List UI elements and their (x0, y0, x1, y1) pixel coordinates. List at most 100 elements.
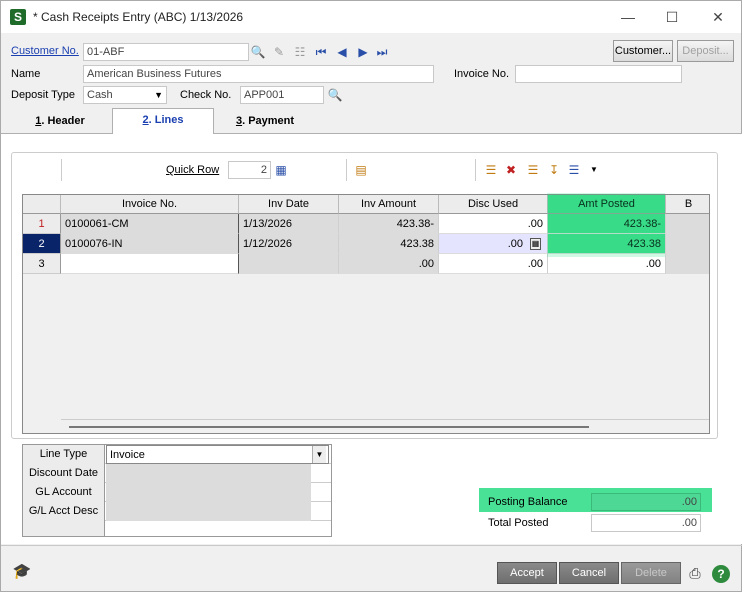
discount-date-label: Discount Date (23, 464, 105, 483)
table-cell[interactable] (61, 254, 239, 274)
table-cell[interactable]: .00 (439, 254, 548, 274)
gl-desc-value (106, 502, 311, 521)
deposit-button[interactable]: Deposit... (677, 40, 734, 62)
horizontal-scrollbar[interactable] (61, 419, 709, 433)
customer-button[interactable]: Customer... (613, 40, 673, 62)
posting-balance-label: Posting Balance (488, 496, 568, 508)
line-details-table: Line Type Invoice ▼ Discount Date GL Acc… (22, 444, 332, 537)
column-header[interactable]: Disc Used (439, 195, 548, 214)
delete-row-icon[interactable]: ✖ (503, 162, 519, 178)
gl-desc-row: G/L Acct Desc (23, 502, 331, 521)
window-title: * Cash Receipts Entry (ABC) 1/13/2026 (33, 10, 244, 24)
maximize-icon[interactable]: ☐ (662, 9, 682, 25)
gl-account-row: GL Account (23, 483, 331, 502)
help-icon[interactable]: ? (712, 565, 730, 583)
check-no-label: Check No. (180, 89, 232, 101)
table-cell[interactable]: 0100061-CM (61, 214, 239, 234)
quick-row-label: Quick Row (166, 164, 220, 176)
chevron-down-icon[interactable]: ▼ (586, 162, 602, 178)
line-type-row: Line Type Invoice ▼ (23, 445, 331, 464)
sort-rows-icon[interactable]: ☰ (566, 162, 582, 178)
cash-receipts-window: S * Cash Receipts Entry (ABC) 1/13/2026 … (0, 0, 742, 592)
table-cell[interactable]: 423.38- (339, 214, 439, 234)
table-cell[interactable]: 423.38 (339, 234, 439, 254)
search-icon[interactable]: 🔍 (250, 44, 266, 60)
cancel-button[interactable]: Cancel (559, 562, 619, 584)
name-field[interactable]: American Business Futures (83, 65, 434, 83)
tab-header[interactable]: 1. Header (25, 111, 95, 133)
posting-balance-value: .00 (591, 493, 701, 511)
customer-no-link[interactable]: Customer No. (11, 45, 79, 57)
document-icon[interactable]: ☷ (292, 44, 308, 60)
close-icon[interactable]: ✕ (708, 9, 728, 25)
delete-button[interactable]: Delete (621, 562, 681, 584)
name-label: Name (11, 68, 41, 80)
scrollbar-thumb[interactable] (69, 426, 589, 428)
previous-record-icon[interactable]: ◀ (334, 44, 350, 60)
check-no-field[interactable]: APP001 (240, 86, 324, 104)
table-cell[interactable]: 1/12/2026 (239, 234, 339, 254)
table-cell[interactable]: .00 (548, 254, 666, 274)
gl-desc-label: G/L Acct Desc (23, 502, 105, 521)
table-cell[interactable] (666, 234, 709, 254)
next-record-icon[interactable]: ▶ (355, 44, 371, 60)
gl-account-value (106, 483, 311, 502)
edit-icon[interactable]: ✎ (271, 44, 287, 60)
column-header[interactable]: B (666, 195, 709, 214)
grid-empty-area (61, 274, 709, 419)
chevron-down-icon: ▼ (312, 446, 326, 463)
insert-row-icon[interactable]: ☰ (483, 162, 499, 178)
tab-lines[interactable]: 2. Lines (112, 108, 214, 134)
last-record-icon[interactable]: ⏭ (374, 44, 390, 60)
printer-icon[interactable]: ⎙ (686, 565, 704, 583)
table-cell[interactable] (239, 254, 339, 274)
invoice-no-field[interactable] (515, 65, 682, 83)
line-type-value: Invoice (110, 449, 145, 461)
help-graduation-icon[interactable]: 🎓 (11, 564, 33, 582)
tab-payment[interactable]: 3. Payment (229, 111, 301, 133)
accept-button[interactable]: Accept (497, 562, 557, 584)
chevron-down-icon: ▼ (154, 90, 163, 100)
blank-row (23, 521, 331, 540)
app-logo-icon: S (10, 9, 26, 25)
footer-divider (1, 545, 742, 546)
deposit-type-value: Cash (87, 89, 113, 101)
table-cell[interactable]: .00 (439, 214, 548, 234)
row-number[interactable]: 3 (23, 254, 61, 274)
table-cell[interactable]: .00 (339, 254, 439, 274)
amt-posted-highlight (547, 193, 665, 257)
line-type-select[interactable]: Invoice ▼ (106, 445, 329, 464)
total-posted-value: .00 (591, 514, 701, 532)
column-header[interactable]: Invoice No. (61, 195, 239, 214)
row-number[interactable]: 1 (23, 214, 61, 234)
invoice-no-label: Invoice No. (454, 68, 510, 80)
toolbar-divider (346, 159, 347, 181)
table-cell[interactable] (666, 254, 709, 274)
row-number[interactable]: 2 (23, 234, 61, 254)
print-lines-icon[interactable]: ▤ (353, 162, 369, 178)
table-cell[interactable]: 1/13/2026 (239, 214, 339, 234)
grid-corner (23, 195, 61, 214)
copy-row-icon[interactable]: ☰ (525, 162, 541, 178)
column-header[interactable]: Inv Amount (339, 195, 439, 214)
table-cell[interactable] (666, 214, 709, 234)
first-record-icon[interactable]: ⏮ (313, 44, 329, 60)
gl-account-label: GL Account (23, 483, 105, 502)
quick-row-field[interactable]: 2 (228, 161, 271, 179)
title-bar: S * Cash Receipts Entry (ABC) 1/13/2026 … (1, 1, 741, 33)
minimize-icon[interactable]: — (618, 9, 638, 25)
discount-date-row: Discount Date (23, 464, 331, 483)
deposit-type-label: Deposit Type (11, 89, 76, 101)
toolbar-divider (61, 159, 62, 181)
blank-label (23, 521, 105, 536)
calculator-icon[interactable]: ▦ (530, 238, 541, 250)
toolbar-divider (475, 159, 476, 181)
table-cell[interactable]: 0100076-IN (61, 234, 239, 254)
deposit-type-select[interactable]: Cash ▼ (83, 86, 167, 104)
grid-edit-icon[interactable]: ▦ (273, 162, 289, 178)
search-icon[interactable]: 🔍 (327, 87, 343, 103)
line-type-label: Line Type (23, 445, 105, 464)
move-row-icon[interactable]: ↧ (546, 162, 562, 178)
customer-no-field[interactable]: 01-ABF (83, 43, 249, 61)
column-header[interactable]: Inv Date (239, 195, 339, 214)
